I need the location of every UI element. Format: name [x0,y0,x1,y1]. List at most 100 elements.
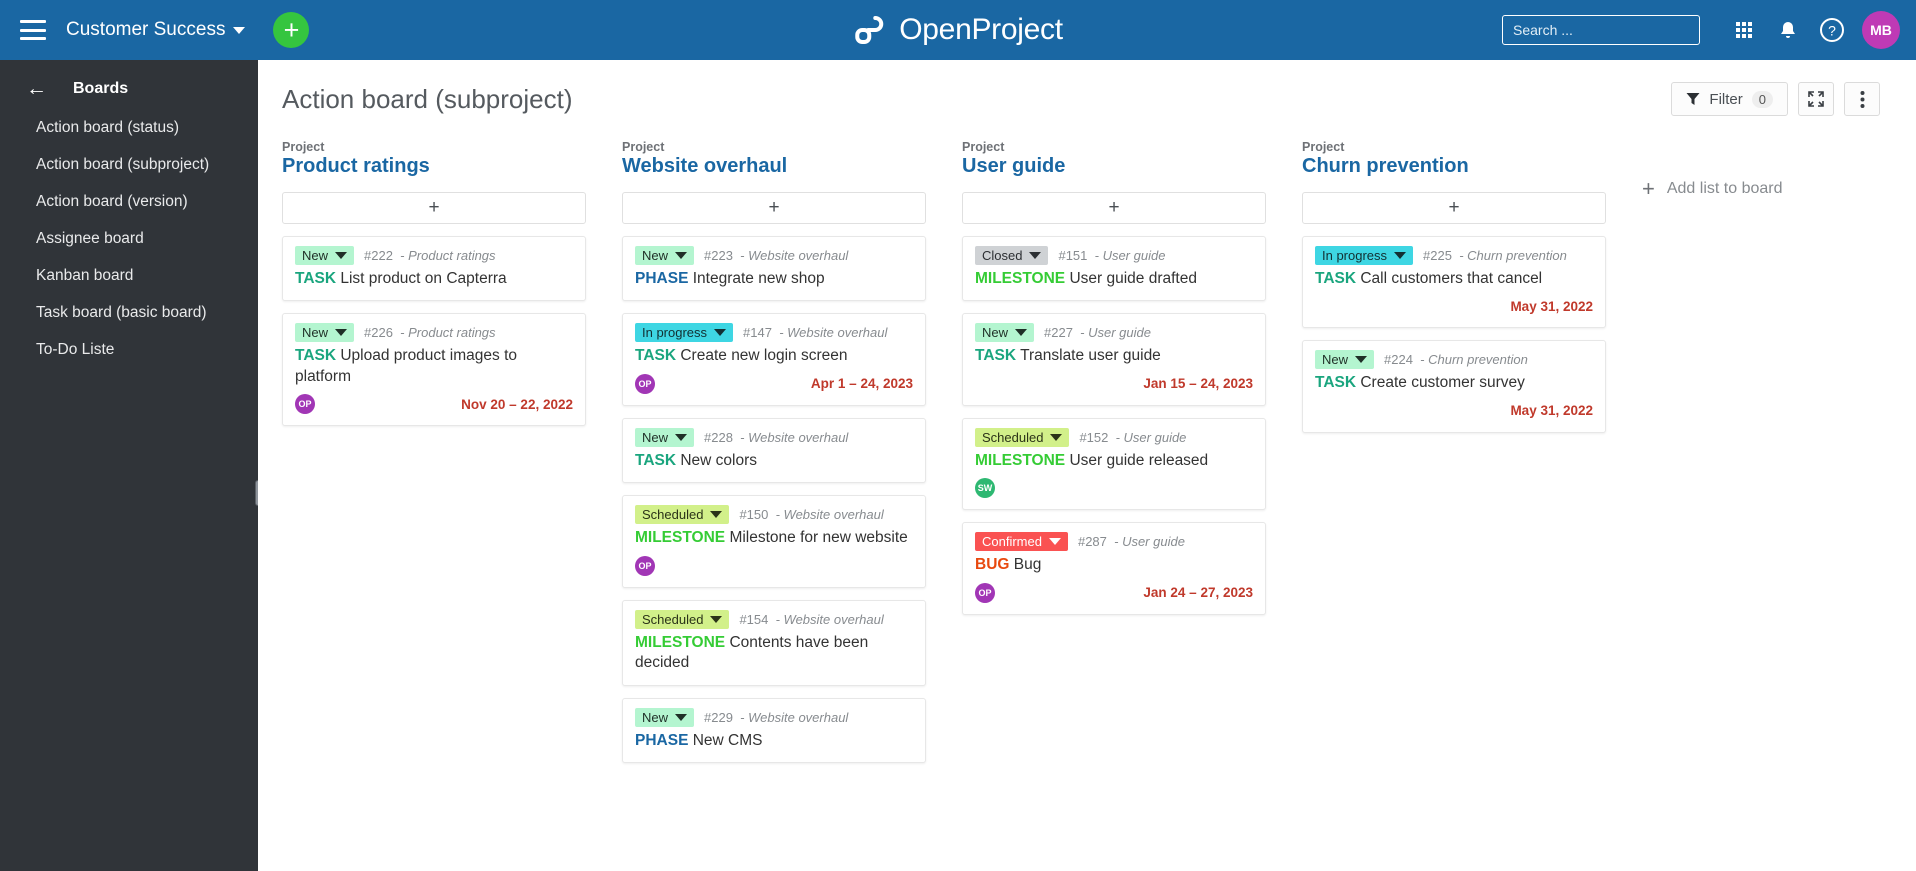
status-badge[interactable]: New [295,246,355,265]
hamburger-icon[interactable] [20,20,46,40]
add-list-to-board-button[interactable]: + Add list to board [1642,178,1782,200]
assignee-avatar-initials: OP [978,587,992,598]
add-card-button[interactable]: + [282,192,586,224]
status-badge[interactable]: New [635,246,695,265]
list-project-name[interactable]: User guide [962,155,1266,178]
status-badge[interactable]: Scheduled [975,427,1070,447]
card-date[interactable]: Apr 1 – 24, 2023 [811,376,913,391]
work-package-card[interactable]: Closed #151 - User guide MILESTONE User gu… [962,236,1266,302]
card-date[interactable]: May 31, 2022 [1510,299,1593,314]
card-subject: TASK Create customer survey [1315,373,1593,393]
assignee-avatar[interactable]: OP [975,582,995,603]
status-badge[interactable]: Confirmed [975,532,1068,552]
card-id[interactable]: #150 [739,507,768,522]
card-id[interactable]: #147 [743,325,772,340]
assignee-avatar[interactable]: SW [975,478,995,499]
work-package-card[interactable]: Scheduled #150 - Website overhaul MILESTON… [622,495,926,588]
list-project-label: Project [1302,140,1345,154]
status-badge[interactable]: New [975,323,1035,343]
card-id[interactable]: #226 [364,325,393,340]
card-id[interactable]: #224 [1384,352,1413,367]
card-id[interactable]: #227 [1044,325,1073,340]
card-subject: TASK Create new login screen [635,346,913,366]
card-date[interactable]: May 31, 2022 [1510,403,1593,418]
work-package-card[interactable]: In progress #225 - Churn prevention TASK C… [1302,236,1606,329]
status-badge[interactable]: New [635,427,695,447]
card-header: Closed #151 - User guide [975,246,1253,265]
card-id[interactable]: #223 [704,248,733,263]
assignee-avatar[interactable]: OP [295,394,315,415]
work-package-card[interactable]: New #223 - Website overhaul PHASE Integrat… [622,236,926,302]
work-package-card[interactable]: New #228 - Website overhaul TASK New color… [622,417,926,484]
card-subject: MILESTONE User guide drafted [975,269,1253,289]
work-package-card[interactable]: Confirmed #287 - User guide BUG Bug OP Jan 2… [962,522,1266,615]
card-id[interactable]: #228 [704,430,733,445]
help-button[interactable]: ? [1810,8,1854,52]
user-avatar[interactable]: MB [1862,11,1900,49]
project-selector-dropdown[interactable]: Customer Success [66,19,246,41]
fullscreen-button[interactable] [1798,82,1834,116]
modules-grid-icon[interactable] [1722,8,1766,52]
filter-button[interactable]: Filter 0 [1671,82,1788,116]
sidebar-item-to-do-liste[interactable]: To-Do Liste [0,331,258,368]
sidebar-title: Boards [73,79,129,97]
card-date[interactable]: Jan 15 – 24, 2023 [1143,376,1253,391]
openproject-logo[interactable]: OpenProject [853,13,1063,47]
assignee-avatar[interactable]: OP [635,373,655,394]
assignee-avatar[interactable]: OP [635,555,655,576]
sidebar-item-kanban-board[interactable]: Kanban board [0,257,258,294]
card-type-label: PHASE [635,270,689,287]
card-id[interactable]: #225 [1423,248,1452,263]
work-package-card[interactable]: Scheduled #152 - User guide MILESTONE User… [962,417,1266,511]
add-card-button[interactable]: + [622,192,926,224]
add-card-button[interactable]: + [1302,192,1606,224]
list-project-name[interactable]: Product ratings [282,155,586,178]
search-input[interactable] [1513,22,1694,38]
work-package-card[interactable]: Scheduled #154 - Website overhaul MILESTON… [622,599,926,686]
status-badge[interactable]: Closed [975,246,1049,265]
work-package-card[interactable]: New #227 - User guide TASK Translate user … [962,313,1266,406]
work-package-card[interactable]: New #226 - Product ratings TASK Upload pro… [282,313,586,427]
sidebar-item-assignee-board[interactable]: Assignee board [0,220,258,257]
notifications-bell-icon[interactable] [1766,8,1810,52]
status-badge[interactable]: In progress [635,323,734,343]
card-id[interactable]: #229 [704,710,733,725]
card-id[interactable]: #222 [364,248,393,263]
card-id[interactable]: #287 [1078,534,1107,549]
card-footer: May 31, 2022 [1315,401,1593,421]
sidebar-item-action-board-version[interactable]: Action board (version) [0,183,258,220]
arrow-left-icon[interactable]: ← [26,78,47,99]
list-project-name[interactable]: Website overhaul [622,155,926,178]
add-button[interactable]: + [273,12,310,48]
work-package-card[interactable]: New #229 - Website overhaul PHASE New CMS [622,697,926,764]
add-card-button[interactable]: + [962,192,1266,224]
sidebar-item-action-board-subproject[interactable]: Action board (subproject) [0,146,258,183]
status-badge[interactable]: Scheduled [635,609,730,629]
sidebar-item-action-board-status[interactable]: Action board (status) [0,109,258,146]
card-id[interactable]: #152 [1079,430,1108,445]
card-id[interactable]: #154 [739,612,768,627]
work-package-card[interactable]: In progress #147 - Website overhaul TASK C… [622,313,926,406]
card-meta: #147 - Website overhaul [743,325,888,341]
card-subject: PHASE New CMS [635,731,913,751]
sidebar-item-task-board-basic-board[interactable]: Task board (basic board) [0,294,258,331]
list-project-name[interactable]: Churn prevention [1302,155,1606,178]
status-badge[interactable]: New [635,707,695,727]
work-package-card[interactable]: New #224 - Churn prevention TASK Create cu… [1302,340,1606,433]
card-id[interactable]: #151 [1058,248,1087,263]
card-date[interactable]: Nov 20 – 22, 2022 [461,397,573,412]
status-badge[interactable]: Scheduled [635,505,730,525]
status-badge[interactable]: New [1315,350,1375,370]
sidebar-back-header[interactable]: ← Boards [0,60,258,109]
card-header: In progress #225 - Churn prevention [1315,246,1593,265]
status-badge-label: New [302,248,329,263]
status-badge[interactable]: New [295,323,355,343]
chevron-down-icon [1048,538,1061,546]
work-package-card[interactable]: New #222 - Product ratings TASK List produ… [282,236,586,302]
card-type-label: TASK [295,270,337,287]
more-options-button[interactable] [1844,82,1880,116]
status-badge[interactable]: In progress [1315,246,1414,265]
search-box[interactable] [1502,15,1700,45]
card-date[interactable]: Jan 24 – 27, 2023 [1143,585,1253,600]
card-footer: OP Jan 24 – 27, 2023 [975,582,1253,603]
